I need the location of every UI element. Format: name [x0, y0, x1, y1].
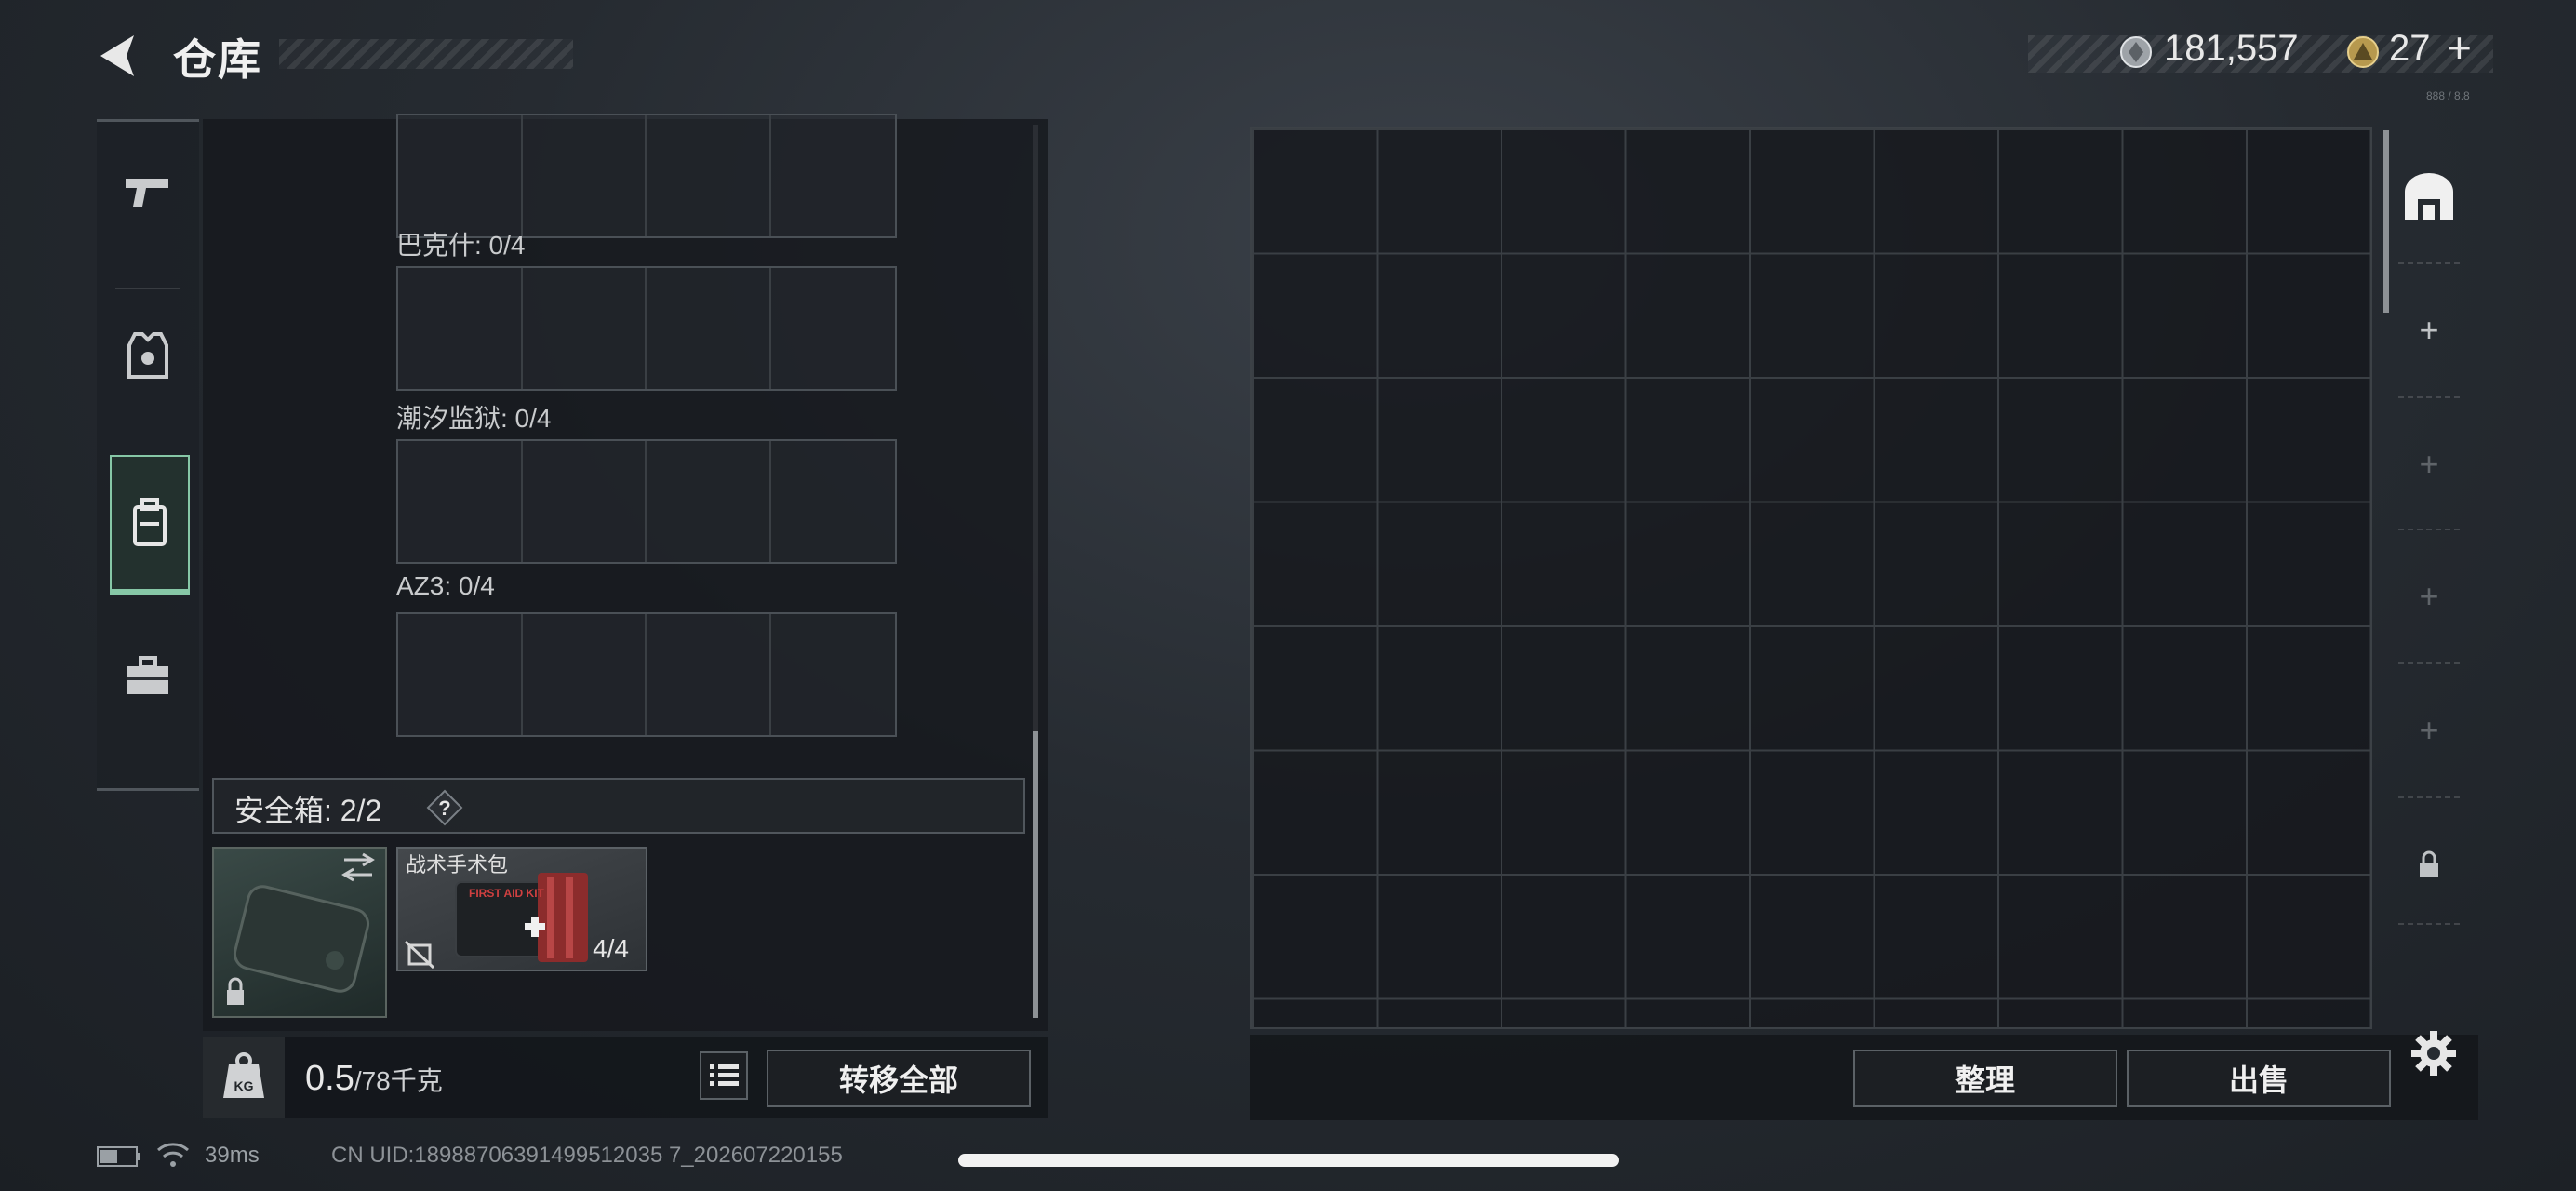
wifi-icon [157, 1143, 189, 1167]
storage-tab-add-1[interactable]: + [2389, 264, 2469, 396]
briefcase-icon [127, 656, 168, 694]
list-view-button[interactable] [700, 1051, 748, 1100]
slot-label-bakeshi: 巴克什: 0/4 [396, 231, 526, 260]
container-grid-az3[interactable] [396, 612, 897, 737]
title-decoration [279, 39, 573, 69]
storage-grid[interactable] [1252, 128, 2370, 1027]
storage-tabs: + + + + [2389, 130, 2469, 1031]
plus-icon: + [2419, 311, 2439, 349]
storage-tab-add-3[interactable]: + [2389, 530, 2469, 662]
nav-backpack[interactable] [110, 455, 190, 595]
storage-tab-add-2[interactable]: + [2389, 398, 2469, 530]
no-insure-icon [404, 940, 435, 970]
back-arrow-icon[interactable] [93, 28, 149, 84]
svg-text:?: ? [438, 796, 450, 820]
svg-text:FIRST AID KIT: FIRST AID KIT [469, 887, 545, 900]
transfer-all-button[interactable]: 转移全部 [767, 1050, 1031, 1107]
slot-label-az3: AZ3: 0/4 [396, 571, 495, 600]
add-currency-button[interactable]: + [2447, 22, 2472, 73]
plus-icon: + [2419, 577, 2439, 615]
container-grid-tidal-prison[interactable] [396, 439, 897, 564]
backpack-icon [133, 498, 167, 546]
armor-vest-icon [127, 332, 168, 379]
weight-total: /78千克 [354, 1066, 443, 1095]
safe-case-item[interactable] [212, 847, 387, 1018]
container-grid-bakeshi[interactable] [396, 266, 897, 391]
weight-kg-icon: KG [223, 1052, 264, 1098]
weight-current: 0.5 [305, 1059, 354, 1098]
ping-text: 39ms [205, 1143, 260, 1168]
storage-tab-locked[interactable] [2389, 798, 2469, 930]
plus-icon: + [2419, 711, 2439, 749]
battery-icon [97, 1146, 140, 1167]
swap-icon [341, 852, 375, 882]
slot-label-tidal-prison: 潮汐监狱: 0/4 [396, 404, 552, 433]
gold-currency-value: 27 [2389, 28, 2431, 69]
storage-tab-add-4[interactable]: + [2389, 664, 2469, 796]
silver-coin-icon [2120, 36, 2152, 68]
container-grid[interactable] [396, 114, 897, 238]
safe-box-label: 安全箱: 2/2 [234, 794, 382, 827]
plus-icon: + [2419, 445, 2439, 483]
help-icon[interactable]: ? [426, 789, 463, 826]
storage-tab-main[interactable] [2389, 130, 2469, 262]
weight-icon-box: KG [203, 1037, 285, 1118]
page-title: 仓库 [173, 35, 262, 84]
kit-name: 战术手术包 [406, 853, 509, 877]
side-nav [97, 119, 199, 791]
uid-text: CN UID:18988706391499512035 7_2026072201… [331, 1143, 843, 1168]
silver-currency-value: 181,557 [2164, 28, 2299, 69]
nav-armor[interactable] [97, 286, 199, 425]
kit-count: 4/4 [593, 934, 629, 963]
gold-coin-icon [2347, 36, 2379, 68]
nav-equipment-case[interactable] [97, 606, 199, 745]
storage-grid-panel[interactable] [1250, 127, 2372, 1029]
pistol-icon [126, 179, 168, 207]
safe-case-illustration [227, 852, 375, 1005]
tiny-caption: 888 / 8.8 [2426, 89, 2470, 102]
warehouse-icon [2405, 173, 2453, 220]
home-indicator[interactable] [958, 1154, 1619, 1167]
gear-icon[interactable] [2409, 1029, 2458, 1077]
list-icon [710, 1064, 739, 1086]
lock-icon [2420, 850, 2438, 877]
weight-value: 0.5/78千克 [305, 1059, 443, 1099]
sell-button[interactable]: 出售 [2127, 1050, 2391, 1107]
left-scrollbar[interactable] [1033, 731, 1038, 1018]
sort-button[interactable]: 整理 [1853, 1050, 2117, 1107]
nav-weapons[interactable] [97, 122, 199, 261]
svg-text:KG: KG [234, 1078, 254, 1093]
